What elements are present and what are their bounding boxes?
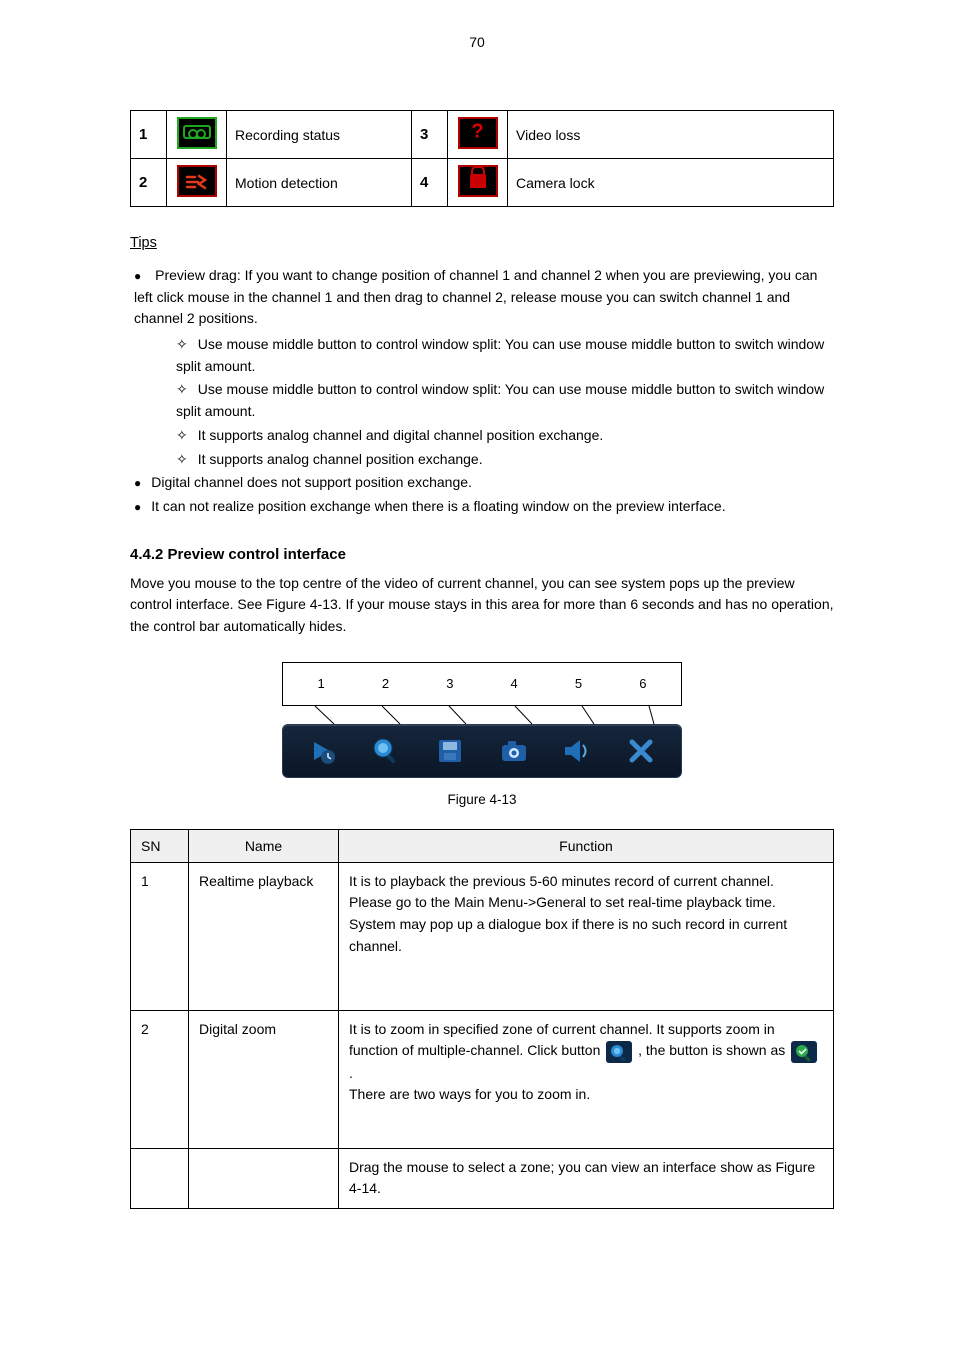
list-item: It can not realize position exchange whe… [134,496,834,518]
sub-list-item: Use mouse middle button to control windo… [176,379,834,422]
snapshot-icon[interactable] [491,730,537,772]
sub-list-item: It supports analog channel and digital c… [176,425,834,447]
preview-control-function-table: SN Name Function 1 Realtime playback It … [130,829,834,1209]
recording-status-icon [167,111,227,159]
list-item: Digital channel does not support positio… [134,472,834,494]
cell-function: It is to playback the previous 5-60 minu… [339,862,834,1010]
cell-number: 4 [412,159,448,207]
cell-function: It is to zoom in specified zone of curre… [339,1010,834,1148]
tips-heading: Tips [130,235,834,251]
table-header-row: SN Name Function [131,829,834,862]
zoom-button-blue-icon [606,1041,632,1063]
cell-sn [131,1148,189,1208]
figure-caption: Figure 4-13 [130,792,834,807]
figure-label: 6 [611,676,675,691]
cell-desc: Motion detection [227,159,412,207]
figure-label: 2 [353,676,417,691]
video-loss-icon: ? [448,111,508,159]
column-header: Function [339,829,834,862]
preview-icon-table: 1 Recording status 3 ? Video loss 2 [130,110,834,207]
cell-function: Drag the mouse to select a zone; you can… [339,1148,834,1208]
cell-desc: Camera lock [508,159,834,207]
list-item-text: Preview drag: If you want to change posi… [134,267,817,326]
table-row: 1 Realtime playback It is to playback th… [131,862,834,1010]
section-paragraph: Move you mouse to the top centre of the … [130,573,834,638]
close-icon[interactable] [618,730,664,772]
audio-icon[interactable] [554,730,600,772]
list-item: Preview drag: If you want to change posi… [134,265,834,470]
page-number: 70 [469,34,485,50]
table-row: 1 Recording status 3 ? Video loss [131,111,834,159]
cell-desc: Video loss [508,111,834,159]
save-icon[interactable] [427,730,473,772]
realtime-playback-icon[interactable] [300,730,346,772]
preview-control-toolbar [282,724,682,778]
sub-list-item: Use mouse middle button to control windo… [176,334,834,377]
cell-number: 3 [412,111,448,159]
column-header: SN [131,829,189,862]
column-header: Name [189,829,339,862]
zoom-button-green-icon [791,1041,817,1063]
sub-list-item: It supports analog channel position exch… [176,449,834,471]
cell-sn: 2 [131,1010,189,1148]
cell-name: Digital zoom [189,1010,339,1148]
table-row: 2 Motion detection 4 Camera lock [131,159,834,207]
figure-label-row: 1 2 3 4 5 6 [282,662,682,706]
figure-label: 3 [418,676,482,691]
motion-detection-icon [167,159,227,207]
table-row: 2 Digital zoom It is to zoom in specifie… [131,1010,834,1148]
cell-sn: 1 [131,862,189,1010]
figure-4-13: 1 2 3 4 5 6 [282,662,682,778]
figure-label: 4 [482,676,546,691]
camera-lock-icon [448,159,508,207]
cell-desc: Recording status [227,111,412,159]
figure-leader-lines [282,706,682,724]
table-row: Drag the mouse to select a zone; you can… [131,1148,834,1208]
section-heading: 4.4.2 Preview control interface [130,546,834,563]
figure-label: 5 [546,676,610,691]
cell-name [189,1148,339,1208]
figure-label: 1 [289,676,353,691]
cell-number: 2 [131,159,167,207]
cell-number: 1 [131,111,167,159]
cell-name: Realtime playback [189,862,339,1010]
digital-zoom-icon[interactable] [363,730,409,772]
